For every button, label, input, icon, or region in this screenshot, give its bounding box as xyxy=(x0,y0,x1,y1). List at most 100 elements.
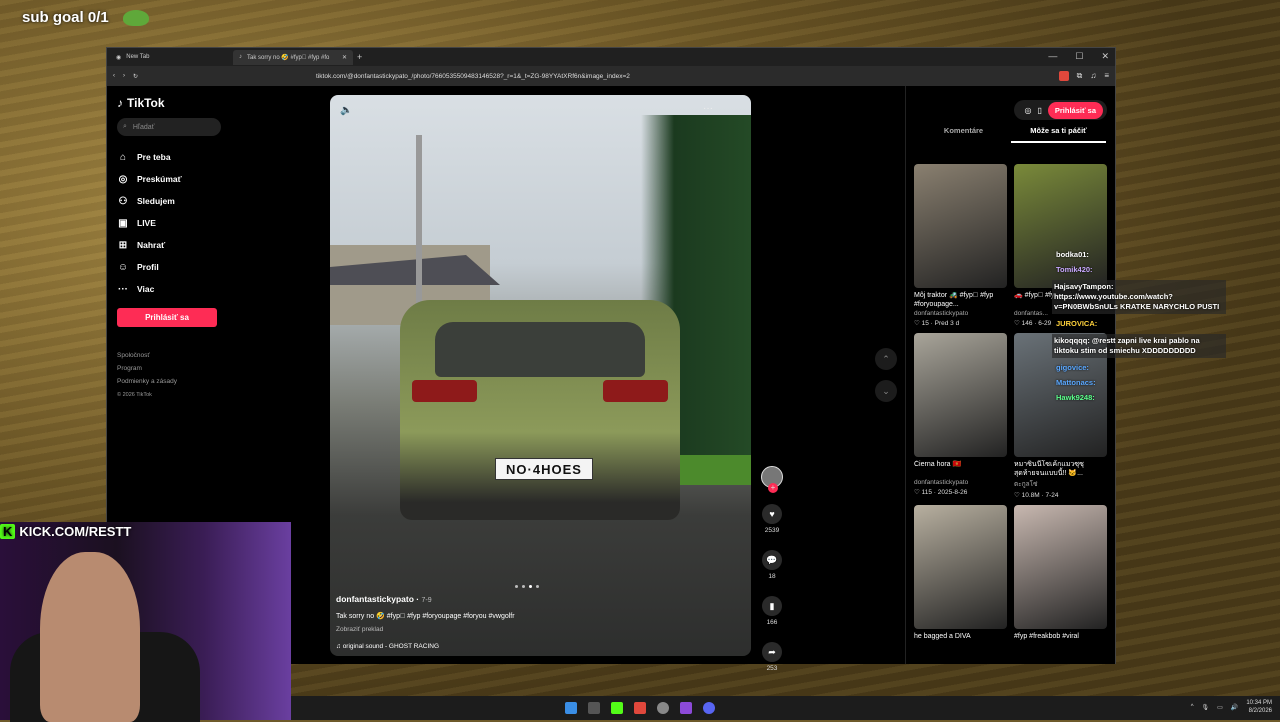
app-icon[interactable] xyxy=(588,702,600,714)
card-author: donfantastickypato xyxy=(914,310,969,317)
footer-link-terms[interactable]: Podmienky a zásady xyxy=(117,375,321,388)
bookmark-icon: ▮ xyxy=(769,600,775,611)
carousel-dots[interactable] xyxy=(515,585,539,588)
post-author[interactable]: donfantastickypato · 7-9 xyxy=(336,594,432,604)
nav-item-upload[interactable]: ⊞ Nahrať xyxy=(117,234,321,256)
music-note-icon: ♫ xyxy=(336,643,343,650)
video-thumbnail xyxy=(914,164,1007,288)
video-card[interactable]: Môj traktor 🚜 #fyp゚ #fyp #foryoupage... d… xyxy=(914,164,1007,327)
chat-message: bodka01: xyxy=(1056,250,1089,259)
tiktok-note-icon: ♪ xyxy=(117,96,123,110)
tab-new-tab[interactable]: ◉ New Tab xyxy=(110,50,230,65)
like-button[interactable]: ♥ xyxy=(762,504,782,524)
chat-message: Tomik420: xyxy=(1056,265,1093,274)
volume-icon[interactable]: 🔈 xyxy=(340,105,352,116)
card-title: he bagged a DIVA xyxy=(914,633,971,640)
nav-item-profile[interactable]: ☺ Profil xyxy=(117,256,321,278)
footer-link-program[interactable]: Program xyxy=(117,362,321,375)
heart-icon: ♥ xyxy=(769,509,775,519)
comment-count: 18 xyxy=(768,573,776,580)
video-card[interactable]: #fyp #freakbob #viral xyxy=(1014,505,1107,650)
chevron-up-icon: ⌃ xyxy=(882,353,890,364)
kick-banner: K KICK.COM/RESTT xyxy=(0,524,131,539)
translate-link[interactable]: Zobraziť preklad xyxy=(336,626,383,633)
url-field[interactable]: tiktok.com/@donfantastickypato_/photo/76… xyxy=(316,73,1051,80)
kick-logo-icon: K xyxy=(0,524,16,539)
time: 10:34 PM xyxy=(1246,700,1272,706)
scroll-up-button[interactable]: ⌃ xyxy=(875,348,897,370)
coin-icon[interactable]: ◎ xyxy=(1024,106,1031,115)
app-icon[interactable] xyxy=(680,702,692,714)
search-placeholder: Hľadať xyxy=(132,123,155,131)
tab-favicon-icon: ◉ xyxy=(116,54,122,61)
close-tab-icon[interactable]: ✕ xyxy=(342,54,347,61)
brave-shields-icon[interactable] xyxy=(1058,71,1069,81)
comment-icon: 💬 xyxy=(766,554,778,565)
clock[interactable]: 10:34 PM 8/2/2026 xyxy=(1246,699,1272,715)
chat-message: gigovice: xyxy=(1056,363,1089,372)
card-title: Môj traktor 🚜 #fyp゚ #fyp #foryoupage... xyxy=(914,292,994,308)
footer-link-company[interactable]: Spoločnosť xyxy=(117,349,321,362)
tab-bar: ◉ New Tab ♪ Tak sorry no 🤣 #fyp゚ #fyp #fo ✕… xyxy=(107,48,1115,66)
options-icon[interactable]: ··· xyxy=(703,103,713,114)
scroll-down-button[interactable]: ⌄ xyxy=(875,380,897,402)
nav-item-for-you[interactable]: ⌂ Pre teba xyxy=(117,146,321,168)
tiktok-logo[interactable]: ♪ TikTok xyxy=(117,96,321,110)
card-author: ตะกูลโซ่ xyxy=(1014,481,1038,488)
card-title: หมาซินนี่โซเค้กแมวซุซุ สุดท้ายจนแบบนี้!!… xyxy=(1014,461,1084,477)
volume-tray-icon[interactable]: 🔊 xyxy=(1231,704,1238,711)
discord-icon[interactable] xyxy=(703,702,715,714)
maximize-icon[interactable]: ☐ xyxy=(1075,51,1083,62)
network-icon[interactable]: ▭ xyxy=(1217,704,1223,711)
video-card[interactable]: Čierna hora 🇲🇪 donfantastickypato ♡ 115 · … xyxy=(914,333,1007,499)
system-tray: ^ 🎙 ▭ 🔊 10:34 PM 8/2/2026 xyxy=(1191,699,1272,715)
chat-message: kikoqqqq: @restt zapni live krai pablo n… xyxy=(1052,334,1226,358)
forward-icon[interactable]: › xyxy=(123,73,125,79)
share-icon: ➦ xyxy=(768,646,776,657)
extensions-icon[interactable]: ⧉ xyxy=(1077,71,1083,81)
back-icon[interactable]: ‹ xyxy=(113,73,115,79)
author-name: donfantastickypato xyxy=(336,594,414,604)
nav-label: Viac xyxy=(137,284,155,294)
login-button[interactable]: Prihlásiť sa xyxy=(117,308,217,327)
nav-item-following[interactable]: ⚇ Sledujem xyxy=(117,190,321,212)
video-card[interactable]: he bagged a DIVA xyxy=(914,505,1007,650)
video-thumbnail xyxy=(914,505,1007,629)
photo-post[interactable]: NO·4HOES 🔈 ··· donfantastickypato · 7-9 … xyxy=(330,95,751,656)
post-date: 7-9 xyxy=(421,597,432,604)
new-tab-button[interactable]: + xyxy=(357,52,362,62)
device-icon[interactable]: ▯ xyxy=(1037,106,1041,115)
close-window-icon[interactable]: ✕ xyxy=(1101,51,1109,62)
obs-icon[interactable] xyxy=(657,702,669,714)
tab-you-may-like[interactable]: Môže sa ti páčiť xyxy=(1011,126,1106,143)
login-button-top[interactable]: Prihlásiť sa xyxy=(1047,101,1103,119)
save-button[interactable]: ▮ xyxy=(762,596,782,616)
live-icon: ▣ xyxy=(118,217,128,229)
author-avatar[interactable]: + xyxy=(761,466,783,493)
tab-tiktok[interactable]: ♪ Tak sorry no 🤣 #fyp゚ #fyp #fo ✕ xyxy=(233,49,353,65)
brave-app-icon[interactable] xyxy=(634,702,646,714)
follow-plus-icon[interactable]: + xyxy=(768,483,778,493)
more-icon: ··· xyxy=(118,283,128,295)
nav-menu: ⌂ Pre teba ◎ Preskúmať ⚇ Sledujem ▣ LIVE ⊞ Na… xyxy=(117,146,321,300)
nav-item-more[interactable]: ··· Viac xyxy=(117,278,321,300)
sound-link[interactable]: ♫ original sound - GHOST RACING xyxy=(336,643,439,650)
windows-start-icon[interactable] xyxy=(565,702,577,714)
tab-comments[interactable]: Komentáre xyxy=(916,126,1011,143)
card-stats: ♡ 10.8M · 7-24 xyxy=(1014,492,1059,499)
search-input[interactable]: ⌕ Hľadať xyxy=(117,118,221,136)
mic-icon[interactable]: 🎙 xyxy=(1202,704,1210,711)
nav-item-explore[interactable]: ◎ Preskúmať xyxy=(117,168,321,190)
music-icon[interactable]: ♫ xyxy=(1090,71,1096,81)
tray-chevron-icon[interactable]: ^ xyxy=(1191,704,1194,710)
nav-item-live[interactable]: ▣ LIVE xyxy=(117,212,321,234)
menu-icon[interactable]: ≡ xyxy=(1104,71,1109,81)
right-tabs: Komentáre Môže sa ti páčiť xyxy=(916,126,1106,143)
comment-button[interactable]: 💬 xyxy=(762,550,782,570)
reload-icon[interactable]: ↻ xyxy=(133,73,138,80)
minimize-icon[interactable]: — xyxy=(1048,51,1057,62)
sound-name: original sound - GHOST RACING xyxy=(342,643,440,650)
kick-app-icon[interactable] xyxy=(611,702,623,714)
upload-icon: ⊞ xyxy=(118,239,128,251)
share-button[interactable]: ➦ xyxy=(762,642,782,662)
